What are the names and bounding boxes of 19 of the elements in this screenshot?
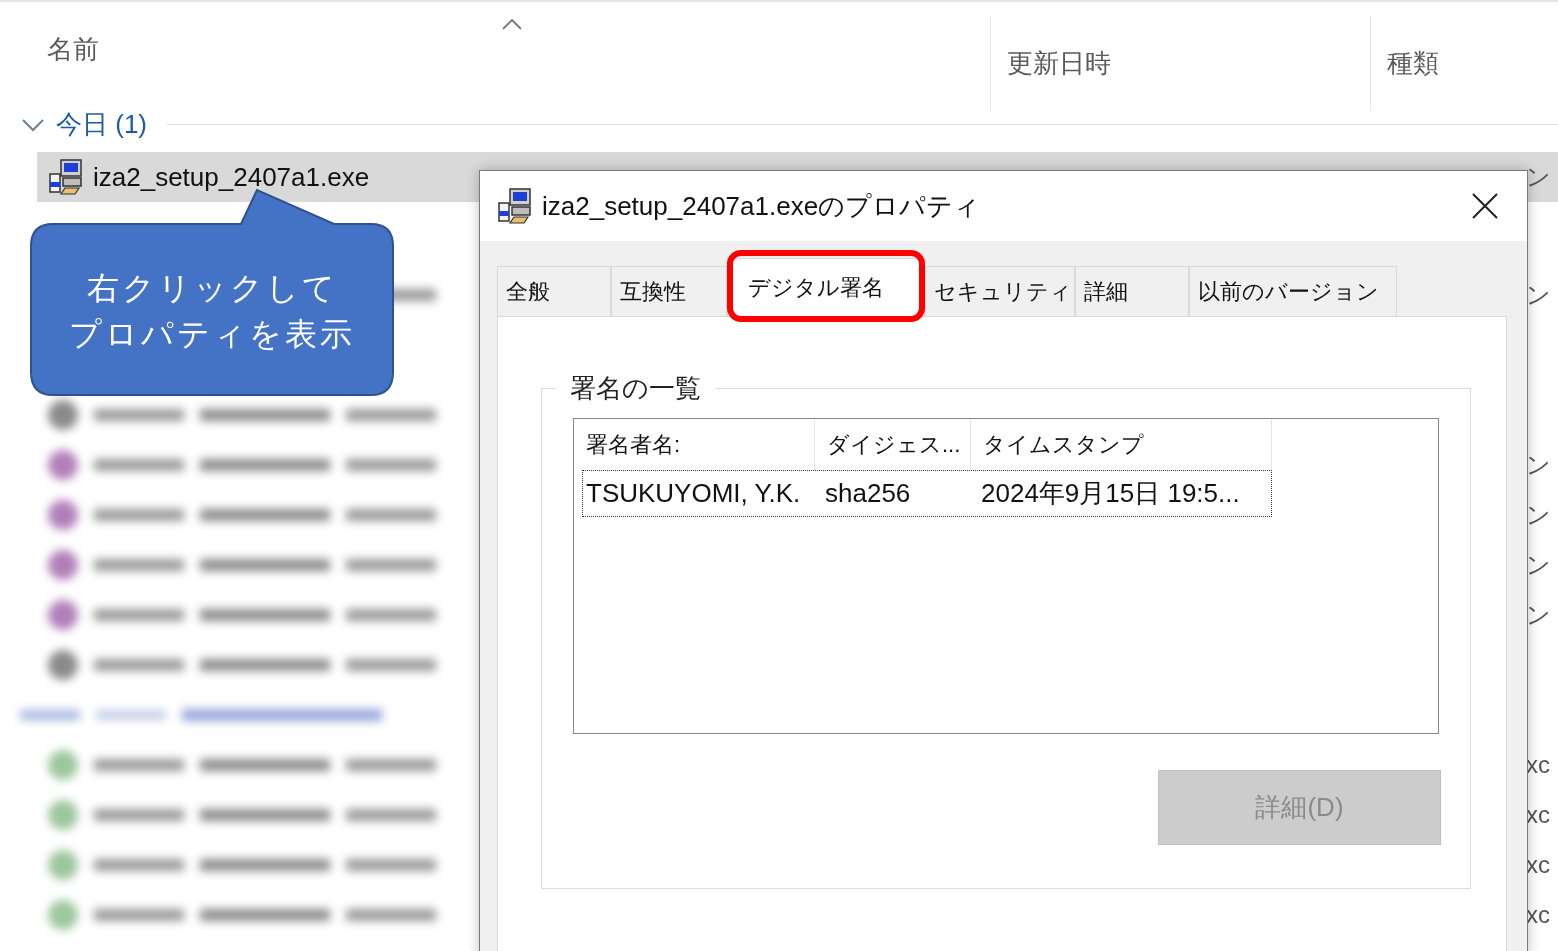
list-cell-text: 2024年9月15日 19:5... <box>980 477 1241 510</box>
list-cell-text: TSUKUYOMI, Y.K. <box>585 477 802 510</box>
file-name: iza2_setup_2407a1.exe <box>93 160 370 194</box>
callout-text: プロパティを表示 <box>69 314 355 354</box>
type-cell-text: ン <box>1526 500 1551 530</box>
type-cell-text: xc <box>1526 850 1550 880</box>
list-cell-text: sha256 <box>824 477 912 510</box>
type-cell-text: ン <box>1526 550 1551 580</box>
window-title: iza2_setup_2407a1.exeのプロパティ <box>542 189 982 223</box>
callout-text: 右クリックして <box>86 268 338 308</box>
group-label: 署名の一覧 <box>569 372 702 405</box>
type-cell-text: ン <box>1526 162 1551 192</box>
type-cell-text: xc <box>1526 800 1550 830</box>
type-cell-text: xc <box>1526 900 1550 930</box>
type-cell-text: ン <box>1526 600 1551 630</box>
type-cell-text: xc <box>1526 750 1550 780</box>
type-cell-text: ン <box>1526 450 1551 480</box>
group-header: 今日 (1) <box>56 108 147 141</box>
type-cell-text: ン <box>1526 280 1551 310</box>
